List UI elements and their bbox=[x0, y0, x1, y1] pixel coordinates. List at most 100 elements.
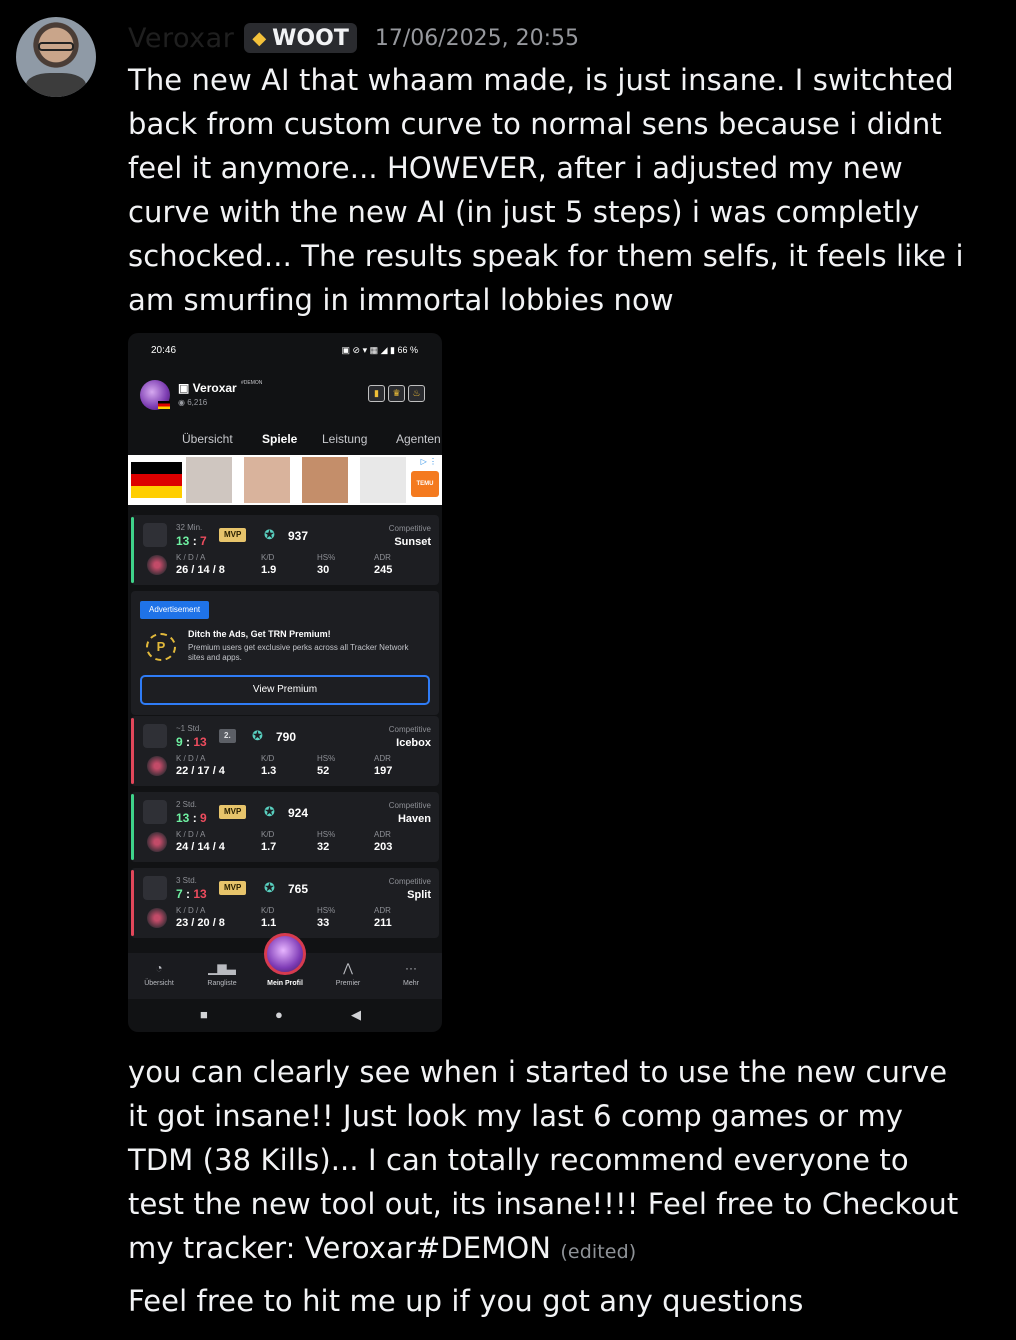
message-paragraph-2: you can clearly see when i started to us… bbox=[128, 1050, 968, 1274]
premium-coin-icon: P bbox=[146, 633, 176, 661]
nav-label: Premier bbox=[335, 980, 361, 987]
adr-value: 197 bbox=[374, 765, 393, 777]
result-bar bbox=[131, 718, 134, 784]
back-icon[interactable]: ◀ bbox=[351, 1007, 361, 1023]
message-timestamp[interactable]: 17/06/2025, 20:55 bbox=[375, 26, 579, 51]
hs-value: 32 bbox=[317, 841, 330, 853]
adr-label: ADR bbox=[374, 754, 391, 763]
nav-leaderboard[interactable]: ▁▆▃ Rangliste bbox=[191, 961, 253, 987]
hs-label: HS% bbox=[317, 754, 336, 763]
kd-value: 1.7 bbox=[261, 841, 277, 853]
status-bar: 20:46 ▣ ⊘ ▾ ▦ ◢ ▮ 66 % bbox=[128, 333, 442, 369]
match-mode: Competitive bbox=[388, 877, 431, 886]
server-tag-badge[interactable]: ◆ WOOT bbox=[244, 23, 357, 53]
match-score: 13 : 9 bbox=[176, 811, 207, 825]
germany-flag-icon bbox=[158, 401, 170, 409]
kda-label: K / D / A bbox=[176, 830, 206, 839]
match-map: Icebox bbox=[396, 737, 431, 749]
profile-avatar-button[interactable] bbox=[264, 933, 306, 975]
kda-label: K / D / A bbox=[176, 553, 206, 562]
message-paragraph-2-text: you can clearly see when i started to us… bbox=[128, 1055, 959, 1265]
ad-product-image bbox=[186, 457, 232, 503]
kda-value: 26 / 14 / 8 bbox=[176, 564, 225, 576]
kd-label: K/D bbox=[261, 906, 275, 915]
placement-badge: MVP bbox=[219, 528, 247, 542]
ad-flag-image bbox=[131, 462, 182, 498]
agent-portrait bbox=[143, 800, 167, 824]
ad-banner[interactable]: ▷ ⋮ TEMU bbox=[128, 455, 442, 505]
match-time: 32 Min. bbox=[176, 523, 203, 532]
kd-label: K/D bbox=[261, 754, 275, 763]
kda-value: 23 / 20 / 8 bbox=[176, 917, 225, 929]
rank-emblem-icon bbox=[147, 555, 167, 575]
nav-overview[interactable]: ◔ Übersicht bbox=[128, 961, 190, 987]
match-row[interactable]: 2 Std. 13 : 9 MVP ✪ 924 Competitive Have… bbox=[131, 792, 439, 862]
profile-views: ◉ 6,216 bbox=[178, 398, 208, 407]
nav-more[interactable]: ··· Mehr bbox=[380, 961, 442, 987]
attached-screenshot[interactable]: 20:46 ▣ ⊘ ▾ ▦ ◢ ▮ 66 % ▣ Veroxar #DEMON … bbox=[128, 333, 442, 1032]
rank-icon: ✪ bbox=[264, 527, 275, 542]
match-time: 3 Std. bbox=[176, 876, 197, 885]
message-paragraph-1: The new AI that whaam made, is just insa… bbox=[128, 63, 964, 317]
kd-value: 1.9 bbox=[261, 564, 277, 576]
tab-performance[interactable]: Leistung bbox=[322, 432, 367, 446]
hs-label: HS% bbox=[317, 906, 336, 915]
match-row[interactable]: 32 Min. 13 : 7 MVP ✪ 937 Competitive Sun… bbox=[131, 515, 439, 585]
nav-premier[interactable]: ⋀ Premier bbox=[317, 961, 379, 987]
nav-label: Mehr bbox=[403, 980, 419, 987]
profile-tagline: #DEMON bbox=[241, 380, 263, 386]
ad-product-image bbox=[302, 457, 348, 503]
kd-label: K/D bbox=[261, 830, 275, 839]
premium-description: Premium users get exclusive perks across… bbox=[188, 643, 409, 662]
gauge-icon: ◔ bbox=[155, 961, 163, 975]
match-map: Haven bbox=[397, 813, 431, 825]
diamond-icon: ◆ bbox=[252, 27, 267, 49]
rank-rating: 790 bbox=[276, 730, 297, 744]
message-header: Veroxar ◆ WOOT 17/06/2025, 20:55 bbox=[128, 20, 579, 56]
adr-label: ADR bbox=[374, 906, 391, 915]
agent-portrait bbox=[143, 523, 167, 547]
rank-emblem-icon bbox=[147, 756, 167, 776]
tab-overview[interactable]: Übersicht bbox=[182, 432, 233, 446]
match-row[interactable]: ~1 Std. 9 : 13 2. ✪ 790 Competitive Iceb… bbox=[131, 716, 439, 786]
rank-emblem-icon bbox=[147, 908, 167, 928]
agent-portrait bbox=[143, 876, 167, 900]
match-mode: Competitive bbox=[388, 524, 431, 533]
tab-games[interactable]: Spiele bbox=[262, 432, 297, 446]
hs-label: HS% bbox=[317, 830, 336, 839]
placement-badge: MVP bbox=[219, 805, 247, 819]
hs-value: 30 bbox=[317, 564, 330, 576]
kda-value: 24 / 14 / 4 bbox=[176, 841, 225, 853]
adr-value: 245 bbox=[374, 564, 393, 576]
nav-label: Rangliste bbox=[207, 980, 237, 987]
kda-value: 22 / 17 / 4 bbox=[176, 765, 225, 777]
kd-label: K/D bbox=[261, 553, 275, 562]
status-icons: ▣ ⊘ ▾ ▦ ◢ ▮ 66 % bbox=[341, 345, 418, 355]
match-score: 9 : 13 bbox=[176, 735, 207, 749]
profile-name: ▣ Veroxar bbox=[178, 381, 237, 395]
rank-rating: 924 bbox=[288, 806, 309, 820]
username[interactable]: Veroxar bbox=[128, 23, 234, 54]
match-time: 2 Std. bbox=[176, 800, 197, 809]
adr-label: ADR bbox=[374, 553, 391, 562]
adr-value: 203 bbox=[374, 841, 393, 853]
hs-value: 33 bbox=[317, 917, 330, 929]
premium-promo: Advertisement P Ditch the Ads, Get TRN P… bbox=[131, 591, 439, 715]
adchoices-icon[interactable]: ▷ ⋮ bbox=[421, 457, 437, 466]
home-icon[interactable]: ● bbox=[275, 1007, 283, 1022]
view-premium-button[interactable]: View Premium bbox=[140, 675, 430, 705]
match-map: Sunset bbox=[394, 536, 431, 548]
match-row[interactable]: 3 Std. 7 : 13 MVP ✪ 765 Competitive Spli… bbox=[131, 868, 439, 938]
nav-label: Mein Profil bbox=[267, 980, 303, 987]
rank-icon: ✪ bbox=[252, 728, 263, 743]
user-avatar[interactable] bbox=[16, 17, 96, 97]
message-paragraph-3: Feel free to hit me up if you got any qu… bbox=[128, 1284, 804, 1318]
premier-icon: ⋀ bbox=[343, 961, 353, 975]
match-score: 7 : 13 bbox=[176, 887, 207, 901]
recents-icon[interactable]: ■ bbox=[200, 1007, 208, 1022]
trophy-icon: ♛ bbox=[388, 385, 405, 402]
match-score: 13 : 7 bbox=[176, 534, 207, 548]
result-bar bbox=[131, 794, 134, 860]
tab-agents[interactable]: Agenten bbox=[396, 432, 442, 446]
profile-badges: ▮ ♛ ♨ bbox=[368, 385, 425, 402]
